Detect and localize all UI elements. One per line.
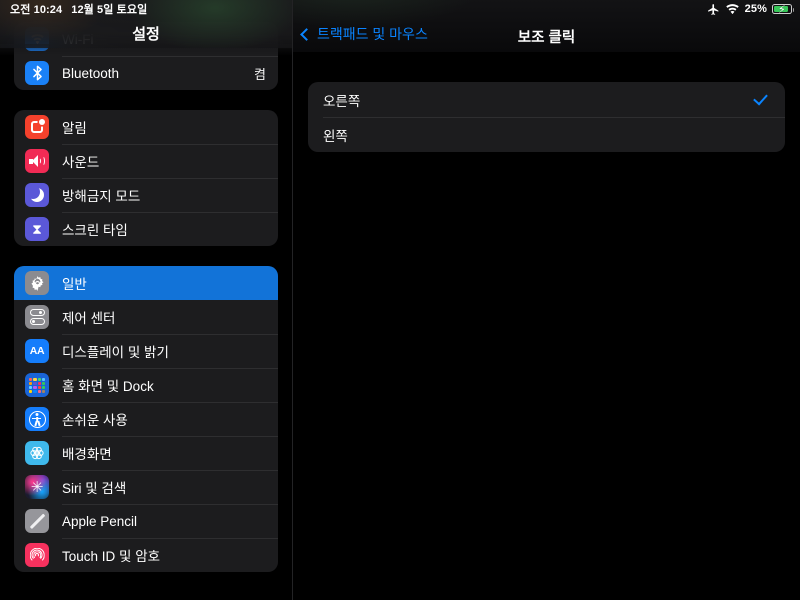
- apple-pencil-icon: [25, 509, 49, 533]
- sidebar-item-do-not-disturb[interactable]: 방해금지 모드: [14, 178, 278, 212]
- back-button-label: 트랙패드 및 마우스: [317, 26, 428, 42]
- accessibility-icon: [25, 407, 49, 431]
- wallpaper-icon: [25, 441, 49, 465]
- status-bar-right: 25% ⚡: [707, 3, 795, 16]
- option-row-right[interactable]: 오른쪽: [308, 82, 785, 117]
- sidebar-item-notifications[interactable]: 알림: [14, 110, 278, 144]
- pane-divider: [292, 0, 293, 600]
- sidebar-item-wallpaper[interactable]: 배경화면: [14, 436, 278, 470]
- secondary-click-option-list: 오른쪽 왼쪽: [308, 82, 785, 152]
- sidebar-item-touch-id-passcode[interactable]: Touch ID 및 암호: [14, 538, 278, 572]
- screen-time-icon: ⧗: [25, 217, 49, 241]
- sidebar-item-accessibility[interactable]: 손쉬운 사용: [14, 402, 278, 436]
- control-center-icon: [25, 305, 49, 329]
- sidebar-item-label: Touch ID 및 암호: [62, 549, 161, 564]
- battery-percentage: 25%: [744, 3, 767, 15]
- sidebar-item-label: 알림: [62, 121, 87, 136]
- airplane-mode-icon: [707, 3, 720, 16]
- status-bar-left: 오전 10:24 12월 5일 토요일: [10, 1, 147, 17]
- sidebar-item-display-brightness[interactable]: AA 디스플레이 및 밝기: [14, 334, 278, 368]
- sidebar-item-siri-search[interactable]: ✳ Siri 및 검색: [14, 470, 278, 504]
- sidebar-item-label: Siri 및 검색: [62, 481, 127, 496]
- sound-icon: [25, 149, 49, 173]
- detail-pane: 트랙패드 및 마우스 보조 클릭 오른쪽 왼쪽: [293, 0, 800, 600]
- sidebar-item-label: 홈 화면 및 Dock: [62, 379, 154, 394]
- sidebar-item-label: 방해금지 모드: [62, 189, 141, 204]
- sidebar-item-home-screen-dock[interactable]: 홈 화면 및 Dock: [14, 368, 278, 402]
- do-not-disturb-icon: [25, 183, 49, 207]
- sidebar-item-value: 켬: [254, 66, 266, 82]
- checkmark-icon: [753, 90, 768, 106]
- touch-id-icon: [25, 543, 49, 567]
- battery-charging-bolt-icon: ⚡: [778, 4, 786, 16]
- ipad-settings-screen: 오전 10:24 12월 5일 토요일 25% ⚡ Bluetooth 켬 알림…: [0, 0, 800, 600]
- sidebar-item-label: Apple Pencil: [62, 513, 138, 529]
- option-row-left[interactable]: 왼쪽: [308, 117, 785, 152]
- sidebar-item-label: 일반: [62, 277, 87, 292]
- sidebar-item-label: Bluetooth: [62, 65, 120, 81]
- sidebar-item-control-center[interactable]: 제어 센터: [14, 300, 278, 334]
- chevron-left-icon: [300, 27, 313, 41]
- sidebar-item-apple-pencil[interactable]: Apple Pencil: [14, 504, 278, 538]
- sidebar-item-label: 사운드: [62, 155, 100, 170]
- status-bar-date: 12월 5일 토요일: [71, 4, 148, 16]
- siri-icon: ✳: [25, 475, 49, 499]
- notifications-icon: [25, 115, 49, 139]
- status-bar: 오전 10:24 12월 5일 토요일 25% ⚡: [0, 0, 800, 18]
- option-label: 왼쪽: [323, 128, 348, 144]
- back-button[interactable]: 트랙패드 및 마우스: [300, 24, 428, 44]
- page-title: 설정: [132, 26, 160, 43]
- sidebar-item-screen-time[interactable]: ⧗ 스크린 타임: [14, 212, 278, 246]
- sidebar-group-alerts: 알림 사운드 방해금지 모드 ⧗ 스크린 타임: [14, 110, 278, 246]
- sidebar-item-label: 배경화면: [62, 447, 112, 462]
- sidebar-item-label: 손쉬운 사용: [62, 413, 128, 428]
- sidebar-scroll-area[interactable]: Wi-Fi Bluetooth 켬 알림: [0, 0, 292, 592]
- sidebar-group-system: 일반 제어 센터 AA 디스플레이 및 밝기 홈 화면 및 Dock 손쉬운 사…: [14, 266, 278, 572]
- settings-sidebar[interactable]: Wi-Fi Bluetooth 켬 알림: [0, 0, 292, 600]
- sidebar-item-label: 스크린 타임: [62, 223, 128, 238]
- status-bar-time: 오전 10:24: [10, 4, 63, 16]
- sidebar-item-general[interactable]: 일반: [14, 266, 278, 300]
- sidebar-item-label: 제어 센터: [62, 311, 116, 326]
- home-screen-dock-icon: [25, 373, 49, 397]
- display-brightness-icon: AA: [25, 339, 49, 363]
- sidebar-item-label: 디스플레이 및 밝기: [62, 345, 169, 360]
- sidebar-item-sounds[interactable]: 사운드: [14, 144, 278, 178]
- option-label: 오른쪽: [323, 93, 361, 109]
- wifi-icon: [725, 3, 740, 15]
- gear-icon: [25, 271, 49, 295]
- sidebar-item-bluetooth[interactable]: Bluetooth 켬: [14, 56, 278, 90]
- bluetooth-icon: [25, 61, 49, 85]
- battery-icon: ⚡: [772, 4, 795, 16]
